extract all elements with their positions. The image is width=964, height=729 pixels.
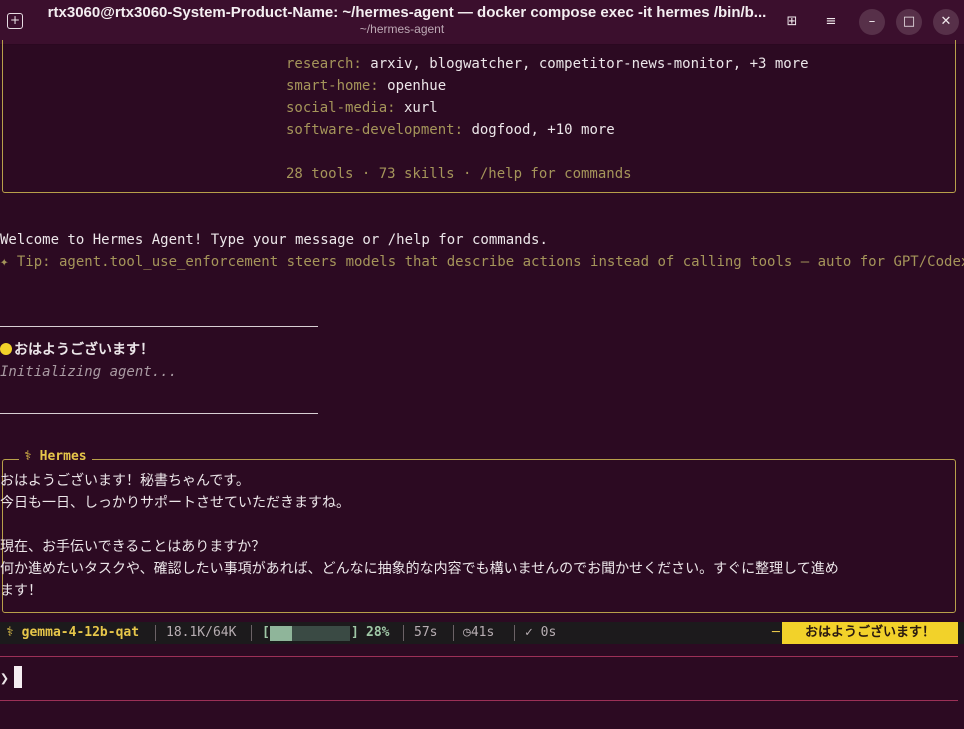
hamburger-menu-icon[interactable]: ≡ bbox=[818, 9, 844, 35]
grid-view-icon[interactable]: ⊞ bbox=[779, 9, 805, 35]
response-line: おはようございます！秘書ちゃんです。 bbox=[0, 473, 250, 489]
prompt-divider-top bbox=[0, 656, 958, 657]
status-separator bbox=[514, 625, 515, 641]
text-cursor[interactable] bbox=[14, 666, 22, 688]
elapsed-time: 57s bbox=[414, 625, 438, 640]
timer-readout: ◷41s bbox=[463, 625, 495, 640]
status-separator bbox=[155, 625, 156, 641]
summary-line: 28 tools · 73 skills · /help for command… bbox=[286, 166, 632, 182]
user-message: おはようございます！ bbox=[0, 341, 154, 359]
skill-row-smart-home: smart-home: openhue bbox=[286, 78, 447, 94]
check-status: ✓ 0s bbox=[525, 625, 557, 640]
response-line: 現在、お手伝いできることはありますか？ bbox=[0, 539, 266, 555]
close-button[interactable]: ✕ bbox=[933, 9, 959, 35]
status-badge: おはようございます！ bbox=[782, 622, 958, 644]
prompt-divider-bottom bbox=[0, 700, 958, 701]
terminal-area[interactable]: research: arxiv, blogwatcher, competitor… bbox=[0, 40, 964, 729]
model-name: ⚕ gemma-4-12b-qat bbox=[6, 625, 140, 640]
minimize-button[interactable]: – bbox=[859, 9, 885, 35]
context-bar-close: ] bbox=[351, 625, 359, 640]
prompt-symbol: ❯ bbox=[0, 669, 10, 687]
skill-row-software-development: software-development: dogfood, +10 more bbox=[286, 122, 615, 138]
token-usage: 18.1K/64K bbox=[166, 625, 237, 640]
context-percent: 28% bbox=[366, 625, 390, 640]
status-separator bbox=[403, 625, 404, 641]
skill-row-social-media: social-media: xurl bbox=[286, 100, 438, 116]
tip-message: ✦ Tip: agent.tool_use_enforcement steers… bbox=[0, 254, 964, 270]
window-titlebar: rtx3060@rtx3060-System-Product-Name: ~/h… bbox=[0, 0, 964, 45]
response-line: ます！ bbox=[0, 583, 42, 599]
context-bar-open: [ bbox=[262, 625, 270, 640]
initializing-status: Initializing agent... bbox=[0, 364, 178, 380]
response-line: 何か進めたいタスクや、確認したい事項があれば、どんなに抽象的な内容でも構いません… bbox=[0, 561, 839, 577]
status-bar: ⚕ gemma-4-12b-qat 18.1K/64K [ ] 28% 57s … bbox=[0, 622, 964, 644]
context-progress-fill bbox=[270, 626, 293, 641]
status-dot-icon bbox=[0, 343, 12, 355]
welcome-message: Welcome to Hermes Agent! Type your messa… bbox=[0, 232, 548, 248]
skill-row-research: research: arxiv, blogwatcher, competitor… bbox=[286, 56, 809, 72]
hermes-label: ⚕ Hermes bbox=[19, 449, 92, 464]
divider-top bbox=[0, 326, 318, 327]
divider-bottom bbox=[0, 413, 318, 414]
clock-icon: ◷ bbox=[463, 625, 471, 640]
maximize-button[interactable]: □ bbox=[896, 9, 922, 35]
badge-arrow: ─ bbox=[772, 625, 780, 640]
status-separator bbox=[251, 625, 252, 641]
response-line: 今日も一日、しっかりサポートさせていただきますね。 bbox=[0, 495, 350, 511]
status-separator bbox=[453, 625, 454, 641]
